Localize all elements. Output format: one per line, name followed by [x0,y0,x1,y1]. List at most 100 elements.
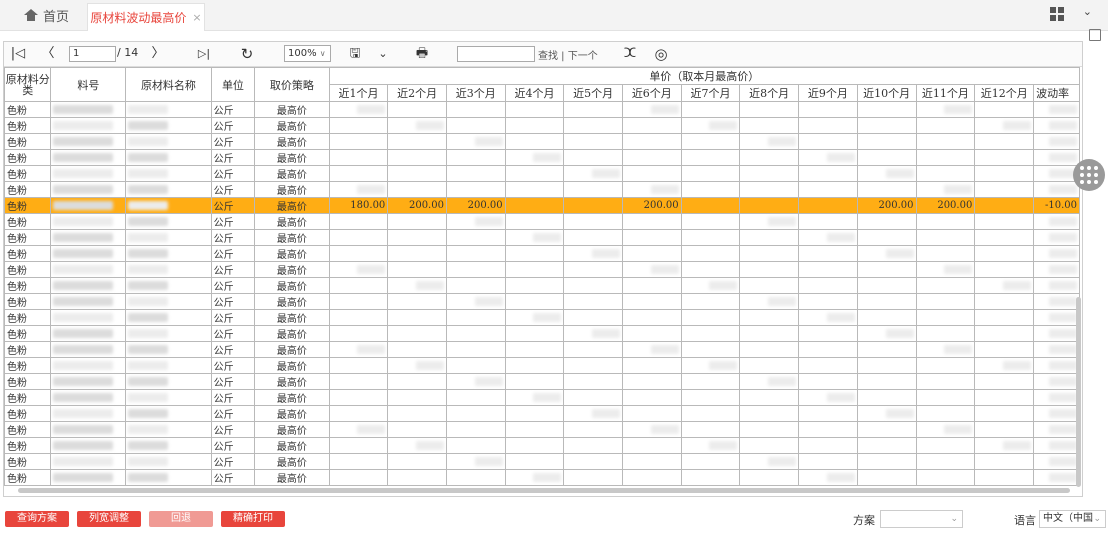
cell-volatility [1033,325,1080,342]
table-row[interactable]: 色粉 公斤 最高价 [4,453,1080,470]
print-icon[interactable]: 🖶 [414,45,430,63]
table-row[interactable]: 色粉 公斤 最高价 [4,181,1080,198]
query-plan-button[interactable]: 查询方案 [5,511,69,527]
table-row[interactable]: 色粉 公斤 最高价 [4,309,1080,326]
cell-month-price [387,325,447,342]
cell-unit: 公斤 [210,245,256,262]
cell-month-price [563,149,623,166]
rss-icon[interactable]: ⵋ [622,45,638,63]
save-dropdown-icon[interactable]: ⌄ [377,45,389,63]
floating-menu-button[interactable] [1073,159,1105,191]
cell-month-price [504,229,565,246]
cell-month-price [974,453,1035,470]
vertical-scrollbar[interactable] [1076,297,1081,487]
table-row[interactable]: 色粉 公斤 最高价 [4,133,1080,150]
table-row[interactable]: 色粉 公斤 最高价 [4,277,1080,294]
table-row[interactable]: 色粉 公斤 最高价 [4,213,1080,230]
report-table-area[interactable]: 原材料分类 料号 原材料名称 单位 取价策略 单价（取本月最高价） 近1个月 近2… [4,67,1080,486]
table-row[interactable]: 色粉 公斤 最高价 [4,469,1080,486]
cell-material-name [125,453,212,470]
chevron-down-icon[interactable]: ⌄ [1083,5,1092,18]
first-page-icon[interactable]: |◁ [10,45,26,63]
table-row[interactable]: 色粉 公斤 最高价 [4,373,1080,390]
tab-home[interactable]: 首页 [24,6,69,25]
table-row[interactable]: 色粉 公斤 最高价 [4,245,1080,262]
find-input[interactable] [457,46,535,62]
cell-month-price [798,133,858,150]
cell-month-price [621,389,682,406]
masked-value [357,185,386,194]
cell-month-price [974,309,1035,326]
table-row[interactable]: 色粉 公斤 最高价 [4,341,1080,358]
fullscreen-icon[interactable] [1089,29,1101,41]
cell-month-price [798,293,858,310]
refresh-icon[interactable]: ↻ [238,45,256,63]
rollback-button[interactable]: 回退 [149,511,213,527]
cell-month-price [328,373,389,390]
masked-value [1049,457,1077,466]
cell-unit: 公斤 [210,149,256,166]
cell-month-price [563,357,623,374]
cell-month-price [563,453,623,470]
masked-value [128,329,169,338]
plan-select[interactable]: ⌄ [880,510,963,528]
masked-value [533,233,562,242]
cell-month-price [739,277,799,294]
cell-strategy: 最高价 [254,325,330,342]
cell-item-no [50,325,127,342]
table-row[interactable]: 色粉 公斤 最高价 [4,389,1080,406]
table-row[interactable]: 色粉 公斤 最高价 [4,165,1080,182]
table-row[interactable]: 色粉 公斤 最高价 [4,293,1080,310]
cell-category: 色粉 [4,261,52,278]
next-page-icon[interactable]: 〉 [150,45,166,63]
zoom-select[interactable]: 100% ∨ [284,45,331,62]
language-select[interactable]: 中文（中国 ⌄ [1039,510,1106,528]
save-icon[interactable]: 🖫 [347,45,363,63]
cell-month-price [915,133,976,150]
table-row[interactable]: 色粉 公斤 最高价 [4,261,1080,278]
page-number-input[interactable]: 1 [69,46,116,62]
masked-value [53,329,114,338]
prev-page-icon[interactable]: 〈 [40,45,56,63]
table-row[interactable]: 色粉 公斤 最高价 [4,421,1080,438]
cell-month-price [974,133,1035,150]
header-month: 近1个月 [328,84,389,102]
table-row[interactable]: 色粉 公斤 最高价 [4,325,1080,342]
table-row[interactable]: 色粉 公斤 最高价 [4,229,1080,246]
cell-month-price [856,261,917,278]
column-adjust-button[interactable]: 列宽调整 [77,511,141,527]
camera-icon[interactable]: ◎ [652,45,670,63]
masked-value [128,361,169,370]
cell-month-price [563,341,623,358]
cell-month-price [563,229,623,246]
find-next-link[interactable]: 查找 | 下一个 [538,47,598,62]
table-row[interactable]: 色粉 公斤 最高价 [4,405,1080,422]
cell-month-price [387,437,447,454]
close-icon[interactable]: × [192,11,201,24]
table-row[interactable]: 色粉 公斤 最高价 [4,149,1080,166]
header-price-group: 单价（取本月最高价） [328,67,1080,85]
cell-month-price [445,405,506,422]
precise-print-button[interactable]: 精确打印 [221,511,285,527]
table-row[interactable]: 色粉 公斤 最高价 180.00 200.00 200.00 200.00 200.00 200… [4,197,1080,214]
masked-value [768,137,796,146]
masked-value [128,201,169,210]
table-row[interactable]: 色粉 公斤 最高价 [4,357,1080,374]
table-row[interactable]: 色粉 公斤 最高价 [4,437,1080,454]
table-row[interactable]: 色粉 公斤 最高价 [4,117,1080,134]
cell-month-price [387,181,447,198]
table-row[interactable]: 色粉 公斤 最高价 [4,101,1080,118]
cell-month-price [915,245,976,262]
cell-month-price [739,421,799,438]
cell-material-name [125,389,212,406]
cell-month-price [387,229,447,246]
last-page-icon[interactable]: ▷| [194,45,214,63]
cell-month-price [328,405,389,422]
masked-value [128,345,169,354]
tab-active-report[interactable]: 原材料波动最高价 × [87,3,205,31]
cell-unit: 公斤 [210,165,256,182]
horizontal-scrollbar[interactable] [18,488,1070,493]
app-grid-icon[interactable] [1050,7,1064,21]
masked-value [709,121,738,130]
cell-month-price [504,309,565,326]
